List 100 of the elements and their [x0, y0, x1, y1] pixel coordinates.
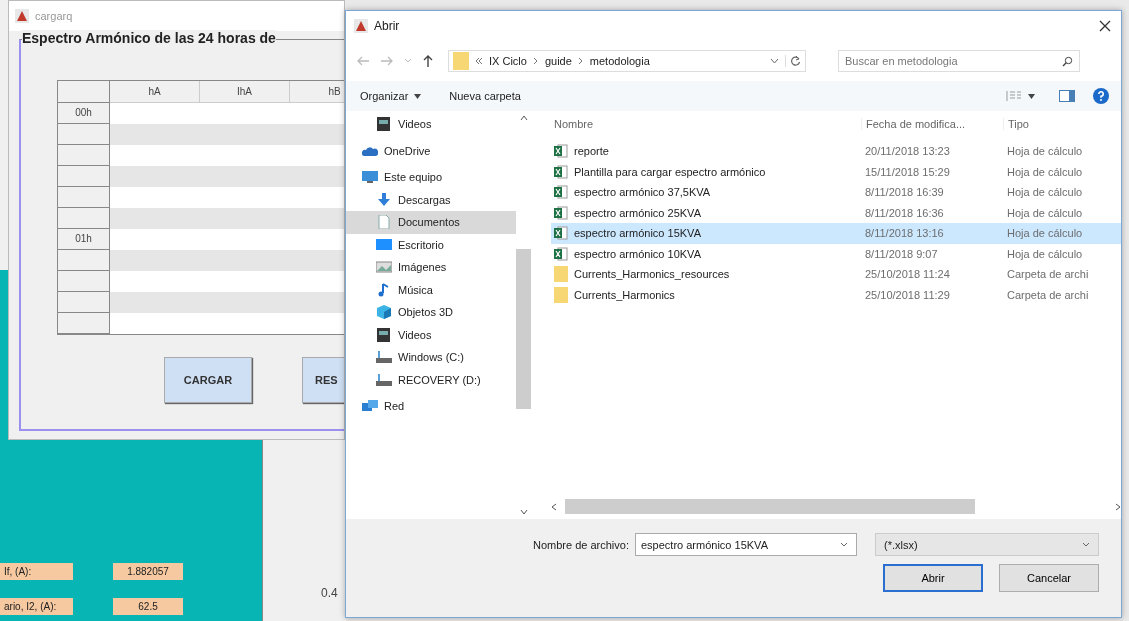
file-date: 8/11/2018 16:39 [864, 186, 945, 199]
chevron-icon [532, 57, 539, 65]
file-date: 15/11/2018 15:29 [864, 165, 951, 178]
file-row[interactable]: reporte 20/11/2018 13:23 Hoja de cálculo [551, 141, 1121, 162]
folder-icon [453, 51, 469, 71]
drive-icon [376, 350, 392, 365]
open-button[interactable]: Abrir [883, 564, 983, 592]
nav-item[interactable]: Música [346, 278, 516, 301]
action-button[interactable]: CARGAR [164, 357, 252, 403]
close-icon[interactable] [1099, 20, 1111, 32]
file-type: Hoja de cálculo [1006, 165, 1084, 178]
file-name: espectro armónico 37,5KVA [574, 186, 711, 199]
file-type: Hoja de cálculo [1006, 206, 1084, 219]
app-icon [354, 19, 368, 33]
file-row[interactable]: Currents_Harmonics_resources 25/10/2018 11:24 Carpeta de archi [551, 264, 1121, 285]
caret-icon [414, 93, 422, 99]
breadcrumb-item[interactable]: metodologia [589, 55, 650, 67]
folder-icon [554, 266, 568, 283]
caret-icon[interactable] [770, 58, 779, 64]
file-row[interactable]: espectro armónico 25KVA 8/11/2018 16:36 Hoja de cálculo [551, 202, 1121, 223]
spreadsheet-icon [554, 164, 568, 179]
column-header[interactable]: Tipo [1003, 118, 1121, 130]
file-row[interactable]: Plantilla para cargar espectro armónico 15/11/2018 15:29 Hoja de cálculo [551, 161, 1121, 182]
nav-item[interactable]: OneDrive [346, 139, 516, 162]
chevron-icon [577, 57, 584, 65]
filename-field[interactable]: espectro armónico 15KVA [635, 533, 857, 556]
file-type: Carpeta de archi [1006, 288, 1090, 301]
file-date: 25/10/2018 11:24 [864, 268, 951, 281]
computer-icon [362, 170, 378, 185]
spreadsheet-icon [554, 185, 568, 200]
file-date: 8/11/2018 16:36 [864, 206, 945, 219]
desktop-icon [376, 237, 392, 252]
row-header: 00h [58, 103, 110, 124]
scrollbar-thumb[interactable] [565, 499, 975, 514]
nav-item[interactable]: Imágenes [346, 256, 516, 279]
axis-tick-label: 0.4 [321, 586, 338, 600]
action-button[interactable]: RES [302, 357, 344, 403]
network-icon [362, 399, 378, 414]
spreadsheet-icon [554, 205, 568, 220]
scroll-right-icon[interactable] [1115, 502, 1121, 511]
file-type: Hoja de cálculo [1006, 227, 1084, 240]
help-icon[interactable] [1093, 88, 1109, 104]
nav-item[interactable]: Documentos [346, 211, 516, 234]
panel-title: Espectro Armónico de las 24 horas de [22, 30, 276, 46]
column-header: hA [110, 81, 200, 103]
file-row[interactable]: espectro armónico 15KVA 8/11/2018 13:16 Hoja de cálculo [551, 223, 1121, 244]
new-folder-button[interactable]: Nueva carpeta [449, 90, 521, 102]
overflow-chevron-icon [475, 57, 483, 65]
breadcrumb-item[interactable]: guide [544, 55, 572, 67]
scroll-up-icon[interactable] [519, 115, 528, 121]
scroll-left-icon[interactable] [551, 502, 557, 511]
scrollbar-thumb[interactable] [516, 249, 531, 409]
spreadsheet-icon [554, 144, 568, 159]
nav-item[interactable]: Objetos 3D [346, 301, 516, 324]
folder-icon [554, 286, 568, 303]
caret-icon [1082, 542, 1090, 547]
file-date: 25/10/2018 11:29 [864, 288, 951, 301]
field-value: 62.5 [113, 598, 183, 615]
field-value: 1.882057 [113, 563, 183, 580]
address-bar[interactable]: IX Ciclo guide metodologia [448, 50, 806, 72]
search-field[interactable]: Buscar en metodologia [838, 50, 1080, 72]
spreadsheet-icon [554, 246, 568, 261]
cancel-button[interactable]: Cancelar [999, 564, 1099, 592]
scrollbar[interactable] [551, 498, 1121, 515]
window-title: cargarq [35, 10, 73, 22]
nav-item[interactable]: Videos [346, 113, 516, 136]
row-header: 01h [58, 229, 110, 250]
refresh-icon[interactable] [785, 55, 801, 67]
caret-icon[interactable] [1028, 93, 1035, 99]
file-row[interactable]: espectro armónico 10KVA 8/11/2018 9:07 Hoja de cálculo [551, 243, 1121, 264]
video-icon [376, 327, 392, 342]
organize-menu[interactable]: Organizar [360, 90, 409, 102]
column-header[interactable]: Nombre [551, 118, 861, 130]
up-arrow-icon[interactable] [422, 54, 434, 68]
document-icon [376, 215, 392, 230]
file-name: Currents_Harmonics_resources [574, 268, 730, 281]
preview-pane-icon[interactable] [1059, 90, 1075, 102]
nav-item[interactable]: Este equipo [346, 166, 516, 189]
nav-item[interactable]: Windows (C:) [346, 346, 516, 369]
file-type: Carpeta de archi [1006, 268, 1090, 281]
file-row[interactable]: Currents_Harmonics 25/10/2018 11:29 Carpeta de archi [551, 284, 1121, 305]
nav-item[interactable]: Descargas [346, 188, 516, 211]
column-header[interactable]: Fecha de modifica... [861, 118, 1003, 130]
nav-item[interactable]: RECOVERY (D:) [346, 368, 516, 391]
cube-icon [376, 305, 392, 320]
search-icon [1062, 56, 1073, 67]
nav-item[interactable]: Red [346, 395, 516, 418]
file-row[interactable]: espectro armónico 37,5KVA 8/11/2018 16:39 Hoja de cálculo [551, 182, 1121, 203]
nav-item[interactable]: Videos [346, 323, 516, 346]
file-date: 20/11/2018 13:23 [864, 145, 951, 158]
file-name: espectro armónico 15KVA [574, 227, 701, 240]
file-type: Hoja de cálculo [1006, 145, 1084, 158]
scroll-down-icon[interactable] [519, 509, 528, 515]
breadcrumb-item[interactable]: IX Ciclo [489, 55, 527, 67]
column-header: IhA [200, 81, 290, 103]
video-icon [376, 117, 392, 132]
dialog-title: Abrir [374, 19, 400, 33]
drive-icon [376, 372, 392, 387]
nav-item[interactable]: Escritorio [346, 233, 516, 256]
file-type-dropdown[interactable]: (*.xlsx) [875, 533, 1099, 556]
